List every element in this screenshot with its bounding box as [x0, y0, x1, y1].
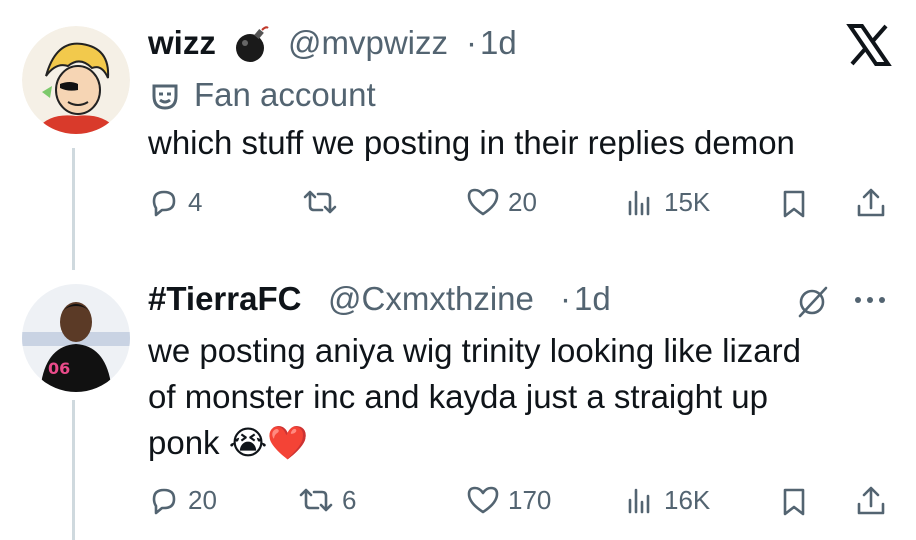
jersey-number: 06 [48, 359, 70, 378]
bomb-icon [232, 24, 272, 64]
thread-connector-top [72, 148, 75, 270]
thread-connector-bottom [72, 400, 75, 540]
tweet-text: we posting aniya wig trinity looking lik… [148, 328, 801, 466]
author-handle[interactable]: @Cxmxthzine [328, 280, 534, 318]
reply-button[interactable]: 20 [148, 484, 217, 516]
x-logo-icon[interactable] [846, 22, 892, 68]
views-button[interactable]: 15K [624, 186, 710, 218]
retweet-icon [303, 190, 337, 214]
tweet-text-line: we posting aniya wig trinity looking lik… [148, 332, 801, 369]
like-button[interactable]: 20 [466, 186, 537, 218]
heart-icon [467, 486, 499, 514]
reply-button[interactable]: 4 [148, 186, 202, 218]
emoji: 😭❤️ [228, 424, 309, 461]
reply-icon [152, 190, 176, 217]
retweet-count: 6 [342, 484, 357, 515]
views-icon [628, 488, 650, 514]
views-icon [628, 190, 650, 216]
author-handle[interactable]: @mvpwizz [288, 24, 448, 62]
views-count: 16K [664, 484, 711, 515]
like-button[interactable]: 170 [466, 484, 551, 516]
separator-dot: · [560, 280, 571, 317]
fan-account-label: Fan account [194, 76, 376, 113]
author-name[interactable]: wizz [148, 24, 216, 62]
bookmark-icon[interactable] [778, 188, 810, 225]
author-name[interactable]: #TierraFC [148, 280, 301, 318]
share-icon[interactable] [854, 186, 888, 225]
tweet-text-line: of monster inc and kayda just a straight… [148, 378, 769, 415]
views-count: 15K [664, 186, 711, 217]
like-count: 170 [508, 484, 552, 515]
timestamp[interactable]: 1d [480, 24, 517, 62]
reply-icon [152, 488, 176, 515]
separator-dot: · [466, 24, 477, 61]
reply-count: 20 [188, 484, 217, 515]
grok-icon[interactable] [794, 284, 830, 325]
like-count: 20 [508, 186, 537, 217]
avatar[interactable]: 06 [22, 284, 130, 392]
retweet-button[interactable]: 6 [298, 484, 356, 516]
retweet-icon [299, 488, 333, 512]
more-icon[interactable] [852, 288, 888, 317]
heart-icon [467, 188, 499, 216]
views-button[interactable]: 16K [624, 484, 710, 516]
avatar[interactable] [22, 26, 130, 134]
bookmark-icon[interactable] [778, 486, 810, 523]
share-icon[interactable] [854, 484, 888, 523]
tweet-text-line: ponk 😭❤️ [148, 424, 309, 461]
reply-count: 4 [188, 186, 203, 217]
tweet-text: which stuff we posting in their replies … [148, 124, 795, 161]
timestamp[interactable]: 1d [574, 280, 611, 318]
retweet-button[interactable] [302, 186, 346, 218]
theater-mask-icon [150, 82, 180, 112]
